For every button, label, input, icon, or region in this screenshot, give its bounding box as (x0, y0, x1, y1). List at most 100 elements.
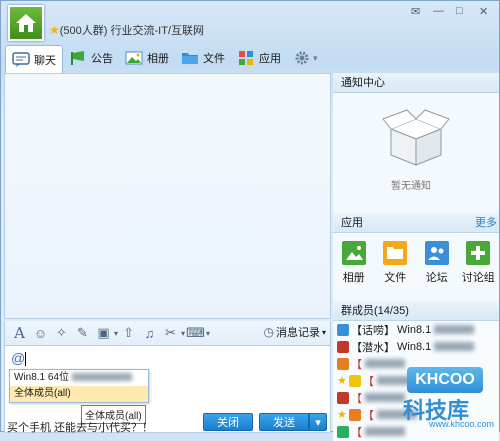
scissors-icon[interactable]: ✂ (160, 324, 181, 342)
chat-bubble-icon (12, 51, 30, 68)
notice-empty-text: 暂无通知 (391, 181, 431, 192)
send-button[interactable]: 发送 (259, 413, 309, 431)
typed-text: 买个手机 还能去与小代买？！ (7, 422, 154, 434)
apps-more-link[interactable]: 更多 (475, 213, 497, 233)
image-icon[interactable]: ▣ (93, 324, 114, 342)
group-avatar[interactable] (8, 5, 44, 41)
notice-center-body: 暂无通知 (333, 93, 499, 213)
upload-icon[interactable]: ⇧ (118, 324, 139, 342)
notice-center-title: 通知中心 (333, 73, 499, 93)
photo-album-icon (341, 241, 366, 265)
app-album[interactable]: 相册 (333, 239, 375, 301)
chevron-down-icon: ▾ (321, 327, 326, 337)
text-caret (25, 352, 26, 366)
member-tag: 【 (362, 375, 374, 388)
at-sign: @ (11, 350, 26, 366)
title-bar[interactable]: ★(500人群) 行业交流-IT/互联网 ✉ — □ ✕ (1, 1, 500, 43)
house-icon (16, 14, 36, 32)
apps-grid: 相册 文件 论坛 讨论组 (333, 233, 499, 301)
tab-chat[interactable]: 聊天 (5, 45, 63, 73)
forum-icon (424, 241, 449, 265)
apps-section-title: 应用 更多 (333, 213, 499, 233)
avatar (337, 357, 349, 370)
member-name-blur (434, 325, 475, 334)
tab-label: 公告 (91, 53, 113, 65)
mention-option-member[interactable]: Win8.1 64位 (10, 370, 148, 386)
member-tag: 【潜水】 (351, 341, 395, 354)
watermark-url: www.khcoo.com (429, 419, 495, 429)
tab-announcement[interactable]: 公告 (63, 45, 119, 71)
settings-menu-button[interactable]: ▾ (287, 45, 324, 71)
gear-icon (293, 50, 311, 66)
mention-name-blur (71, 373, 132, 382)
empty-box-icon (382, 109, 450, 166)
mention-popup: Win8.1 64位 全体成员(all) (9, 369, 149, 403)
mail-icon[interactable]: ✉ (411, 5, 420, 18)
star-icon: ★ (49, 23, 60, 37)
avatar (337, 391, 349, 404)
edit-icon[interactable]: ✎ (72, 324, 93, 342)
minimize-button[interactable]: — (433, 5, 444, 17)
plus-icon (466, 241, 491, 265)
apps-title-text: 应用 (341, 217, 363, 229)
member-tag: 【 (362, 409, 374, 422)
message-history-button[interactable]: ◷ 消息记录 ▾ (264, 324, 327, 340)
app-label: 文件 (384, 272, 407, 284)
keyboard-icon[interactable]: ⌨ (185, 324, 206, 342)
clock-icon: ◷ (263, 325, 274, 339)
app-label: 论坛 (425, 272, 448, 284)
chevron-down-icon[interactable]: ▾ (206, 329, 210, 338)
magic-wand-icon[interactable]: ✧ (51, 324, 72, 342)
tab-apps[interactable]: 应用 (231, 45, 287, 71)
chevron-down-icon: ▾ (313, 52, 318, 63)
tab-album[interactable]: 相册 (119, 45, 175, 71)
members-section-title: 群成员(14/35) (333, 301, 499, 321)
mention-option-label: Win8.1 64位 (14, 372, 70, 383)
list-item[interactable]: 【潜水】 Win8.1 (333, 338, 499, 355)
close-window-button[interactable]: ✕ (479, 5, 488, 18)
send-options-button[interactable]: ▾ (309, 413, 327, 431)
group-description-text: (500人群) 行业交流-IT/互联网 (59, 25, 204, 37)
member-name-blur (365, 359, 405, 368)
chat-message-area[interactable] (4, 73, 331, 319)
tab-files[interactable]: 文件 (175, 45, 231, 71)
app-discussion-group[interactable]: 讨论组 (458, 239, 500, 301)
member-tag: 【 (351, 358, 362, 371)
star-icon: ★ (337, 375, 347, 387)
avatar (337, 340, 349, 353)
member-name: Win8.1 (397, 340, 432, 353)
app-files[interactable]: 文件 (375, 239, 417, 301)
font-icon[interactable]: A (9, 324, 30, 342)
member-tag: 【话唠】 (351, 324, 395, 337)
folder-icon (181, 50, 199, 66)
emoji-icon[interactable]: ☺ (30, 324, 51, 342)
avatar (337, 323, 349, 336)
maximize-button[interactable]: □ (456, 5, 463, 17)
music-icon[interactable]: ♫ (139, 324, 160, 342)
group-name[interactable] (51, 5, 201, 19)
apps-grid-icon (237, 50, 255, 66)
avatar (348, 374, 361, 387)
app-label: 讨论组 (461, 272, 495, 284)
folder-icon (383, 241, 408, 265)
star-icon: ★ (337, 409, 347, 421)
member-name-blur (434, 342, 475, 351)
member-name: Win8.1 (397, 323, 432, 336)
tab-label: 聊天 (34, 54, 56, 67)
avatar (348, 408, 361, 421)
megaphone-icon (69, 50, 87, 66)
photo-album-icon (125, 50, 143, 66)
history-label: 消息记录 (275, 327, 320, 339)
mention-option-all[interactable]: 全体成员(all) (10, 386, 148, 402)
app-label: 相册 (342, 272, 365, 284)
app-forum[interactable]: 论坛 (416, 239, 458, 301)
member-tag: 【 (351, 392, 362, 405)
list-item[interactable]: 【话唠】 Win8.1 (333, 321, 499, 338)
tab-label: 相册 (147, 53, 169, 65)
group-description: ★(500人群) 行业交流-IT/互联网 (49, 22, 204, 38)
input-toolbar: A ☺ ✧ ✎ ▣ ▾ ⇧ ♫ ✂ ▾ ⌨ ▾ ◷ 消息记录 ▾ (4, 321, 331, 345)
member-name-blur (365, 393, 405, 402)
close-button[interactable]: 关闭 (203, 413, 253, 431)
tab-label: 文件 (203, 53, 225, 65)
qq-group-chat-window: ★(500人群) 行业交流-IT/互联网 ✉ — □ ✕ 聊天 公告 相册 文件 (0, 0, 500, 441)
